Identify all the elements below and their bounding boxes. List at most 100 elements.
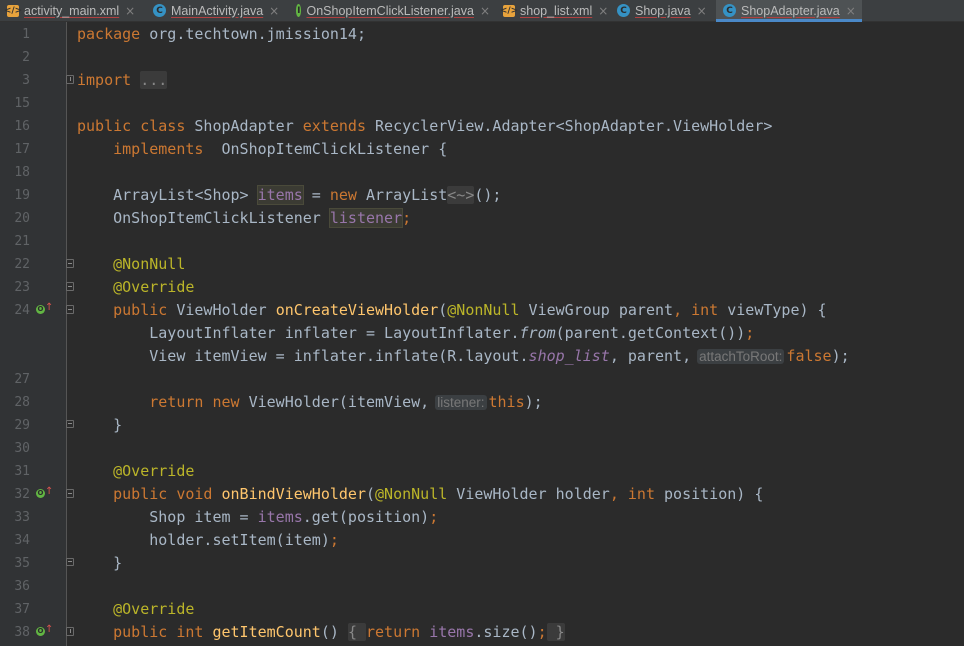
line-number: 33 xyxy=(14,510,30,525)
line-number: 23 xyxy=(14,280,30,295)
close-icon[interactable]: × xyxy=(269,4,279,18)
code-line: 32 O ↑ public void onBindViewHolder(@NonN… xyxy=(0,483,964,506)
parameter-hint: attachToRoot: xyxy=(697,349,785,364)
parameter-hint: listener: xyxy=(435,395,487,410)
line-number: 1 xyxy=(22,27,30,42)
line-number: 36 xyxy=(14,579,30,594)
code-text: } xyxy=(113,554,123,572)
tab-onshopitemclicklistener-java[interactable]: I OnShopItemClickListener.java × xyxy=(289,0,496,21)
tab-label: ShopAdapter.java xyxy=(741,3,840,18)
java-class-icon: C xyxy=(153,4,166,17)
code-line: 16 public class ShopAdapter extends Recy… xyxy=(0,115,964,138)
code-line: 17 implements OnShopItemClickListener { xyxy=(0,138,964,161)
tab-label: activity_main.xml xyxy=(24,3,120,18)
code-text: OnShopItemClickListener listener; xyxy=(113,209,412,227)
fold-collapse-icon[interactable] xyxy=(66,282,74,291)
code-line: 20 OnShopItemClickListener listener; xyxy=(0,207,964,230)
code-text: @Override xyxy=(113,462,195,480)
tab-shop-java[interactable]: C Shop.java × xyxy=(610,0,716,21)
code-line: 18 xyxy=(0,161,964,184)
code-text: View itemView = inflater.inflate(R.layou… xyxy=(149,347,850,365)
line-number: 30 xyxy=(14,441,30,456)
close-icon[interactable]: × xyxy=(125,4,135,18)
code-line: 22 @NonNull xyxy=(0,253,964,276)
overrides-method-icon[interactable]: O ↑ xyxy=(36,486,53,500)
line-number: 18 xyxy=(14,165,30,180)
editor-tab-bar: </> activity_main.xml × C MainActivity.j… xyxy=(0,0,964,22)
code-text: return new ViewHolder(itemView, listener:… xyxy=(149,393,543,411)
code-text: public class ShopAdapter extends Recycle… xyxy=(77,117,773,135)
code-text: Shop item = items.get(position); xyxy=(149,508,439,526)
code-text: import ... xyxy=(77,71,168,89)
code-line: 1 package org.techtown.jmission14; xyxy=(0,23,964,46)
line-number: 15 xyxy=(14,96,30,111)
line-number: 27 xyxy=(14,372,30,387)
code-text: public ViewHolder onCreateViewHolder(@No… xyxy=(113,301,827,319)
tab-activity-main-xml[interactable]: </> activity_main.xml × xyxy=(0,0,146,21)
close-icon[interactable]: × xyxy=(480,4,490,18)
code-line: 29 } xyxy=(0,414,964,437)
line-number: 32 xyxy=(14,487,30,502)
code-text: public void onBindViewHolder(@NonNull Vi… xyxy=(113,485,764,503)
java-class-icon: C xyxy=(617,4,630,17)
line-number: 38 xyxy=(14,625,30,640)
overrides-method-icon[interactable]: O ↑ xyxy=(36,302,53,316)
code-text: @Override xyxy=(113,278,195,296)
line-number: 16 xyxy=(14,119,30,134)
code-line: LayoutInflater inflater = LayoutInflater… xyxy=(0,322,964,345)
fold-collapse-icon[interactable] xyxy=(66,305,74,314)
tab-mainactivity-java[interactable]: C MainActivity.java × xyxy=(146,0,289,21)
line-number: 24 xyxy=(14,303,30,318)
line-number: 21 xyxy=(14,234,30,249)
fold-expand-icon[interactable] xyxy=(66,627,74,636)
code-line: View itemView = inflater.inflate(R.layou… xyxy=(0,345,964,368)
code-line: 35 } xyxy=(0,552,964,575)
code-line: 2 xyxy=(0,46,964,69)
code-text: holder.setItem(item); xyxy=(149,531,339,549)
line-number: 31 xyxy=(14,464,30,479)
tab-shopadapter-java[interactable]: C ShopAdapter.java × xyxy=(716,0,862,22)
line-number: 34 xyxy=(14,533,30,548)
line-number: 28 xyxy=(14,395,30,410)
code-line: 31 @Override xyxy=(0,460,964,483)
tab-label: shop_list.xml xyxy=(520,3,593,18)
tab-label: Shop.java xyxy=(635,3,691,18)
fold-end-icon[interactable] xyxy=(66,558,74,566)
line-number: 17 xyxy=(14,142,30,157)
close-icon[interactable]: × xyxy=(598,4,608,18)
code-line: 37 @Override xyxy=(0,598,964,621)
fold-expand-icon[interactable] xyxy=(66,75,74,84)
code-line: 24 O ↑ public ViewHolder onCreateViewHold… xyxy=(0,299,964,322)
code-line: 15 xyxy=(0,92,964,115)
code-line: 27 xyxy=(0,368,964,391)
code-text: public int getItemCount() { return items… xyxy=(113,623,565,641)
close-icon[interactable]: × xyxy=(697,4,707,18)
line-number: 35 xyxy=(14,556,30,571)
line-number: 3 xyxy=(22,73,30,88)
java-interface-icon: I xyxy=(296,4,302,17)
code-line: 33 Shop item = items.get(position); xyxy=(0,506,964,529)
code-line: 38 O ↑ public int getItemCount() { return… xyxy=(0,621,964,644)
code-text: @Override xyxy=(113,600,195,618)
tab-label: OnShopItemClickListener.java xyxy=(306,3,474,18)
code-text: @NonNull xyxy=(113,255,186,273)
line-number: 2 xyxy=(22,50,30,65)
xml-file-icon: </> xyxy=(499,4,519,17)
code-line: 28 return new ViewHolder(itemView, listen… xyxy=(0,391,964,414)
line-number: 20 xyxy=(14,211,30,226)
code-text: package org.techtown.jmission14; xyxy=(77,25,366,43)
code-line: 30 xyxy=(0,437,964,460)
fold-end-icon[interactable] xyxy=(66,420,74,428)
line-number: 37 xyxy=(14,602,30,617)
close-icon[interactable]: × xyxy=(846,4,856,18)
line-number: 19 xyxy=(14,188,30,203)
fold-collapse-icon[interactable] xyxy=(66,489,74,498)
folded-imports[interactable]: ... xyxy=(140,71,168,89)
tab-shop-list-xml[interactable]: </> shop_list.xml × xyxy=(496,0,610,21)
overrides-method-icon[interactable]: O ↑ xyxy=(36,624,53,638)
xml-file-icon: </> xyxy=(3,4,23,17)
code-text: } xyxy=(113,416,123,434)
code-line: 23 @Override xyxy=(0,276,964,299)
java-class-icon: C xyxy=(723,4,736,17)
fold-collapse-icon[interactable] xyxy=(66,259,74,268)
